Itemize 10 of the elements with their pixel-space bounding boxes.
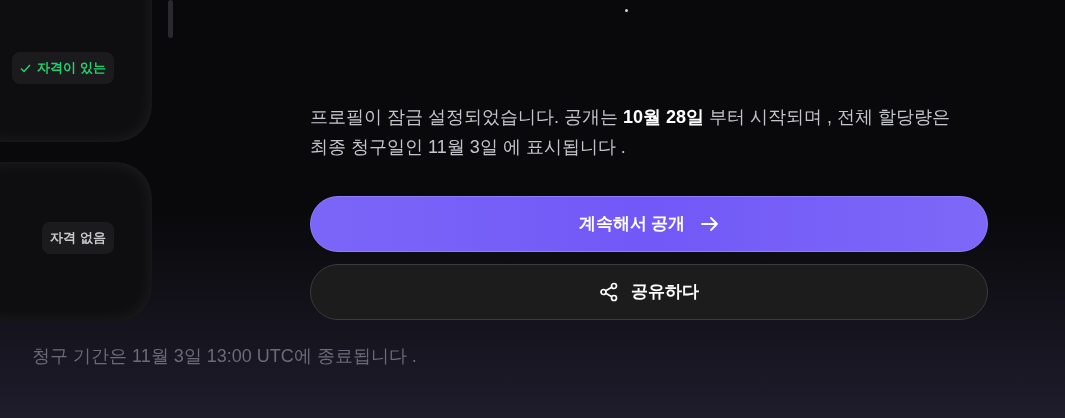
status-message: 프로필이 잠금 설정되었습니다. 공개는 10월 28일 부터 시작되며 , 전체 할당량은 최종 청구일인 11월 3일 에 표시됩니다 . [310,106,952,159]
footer-note: 청구 기간은 11월 3일 13:00 UTC에 종료됩니다 . [32,345,418,368]
check-icon [20,63,32,73]
share-icon [599,282,619,302]
share-button[interactable]: 공유하다 [310,264,988,320]
scrollbar [168,0,173,38]
reveal-button[interactable]: 계속해서 공개 [310,196,988,252]
eligibility-badge: 자격이 있는 [12,52,114,84]
eligibility-badge: 자격 없음 [42,222,114,254]
arrow-right-icon [701,216,720,232]
